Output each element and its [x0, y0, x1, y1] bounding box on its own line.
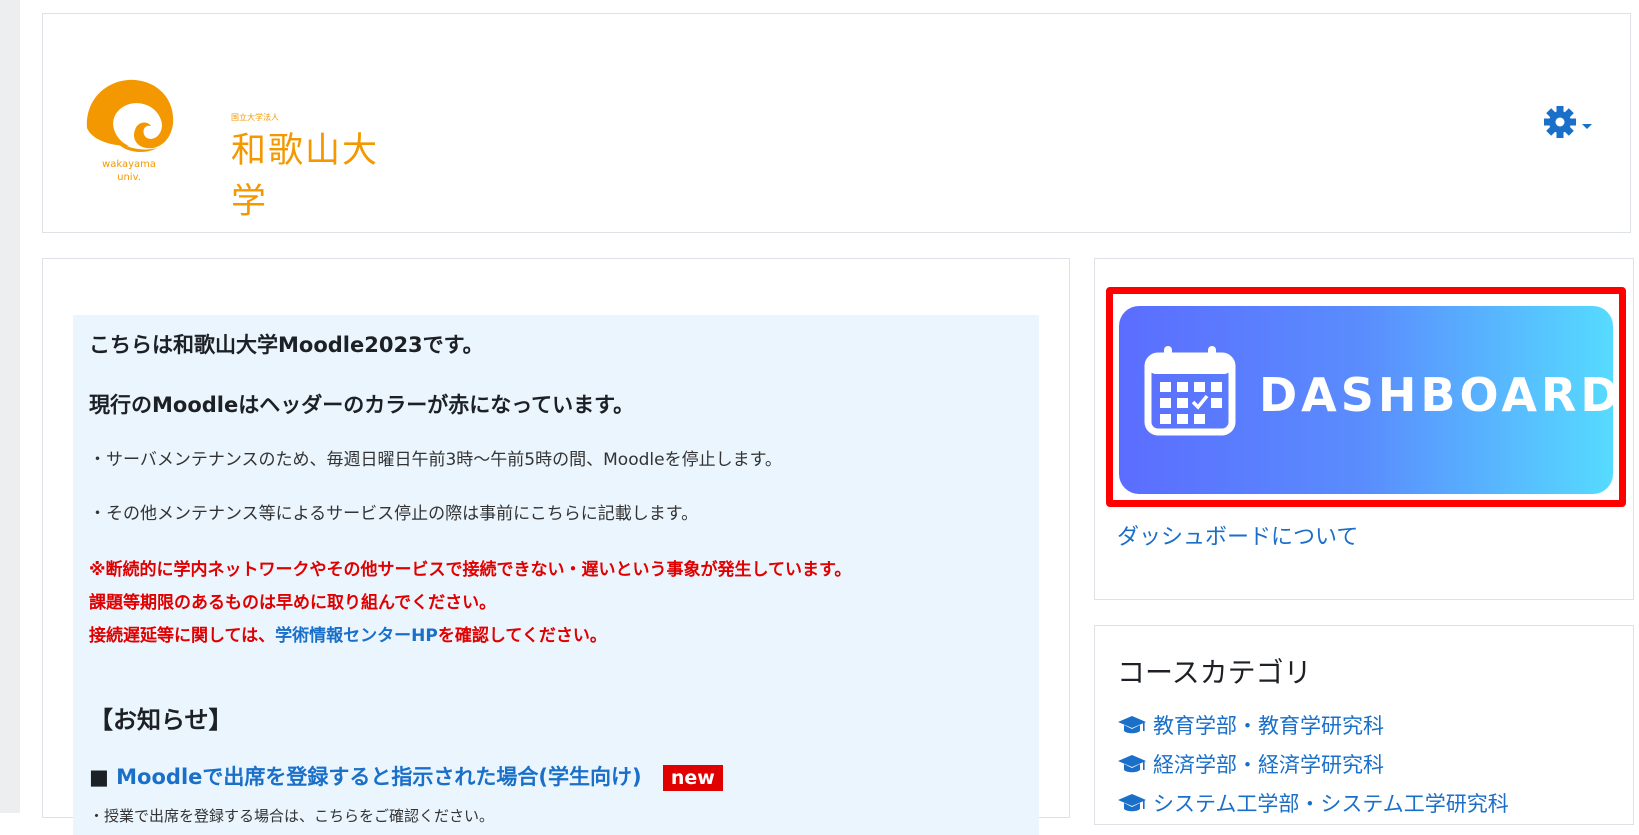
network-alert-line: ※断続的に学内ネットワークやその他サービスで接続できない・遅いという事象が発生し… — [89, 560, 852, 580]
logo-sub-text: wakayama univ. — [102, 159, 156, 183]
graduation-cap-icon — [1118, 794, 1146, 812]
main-content: こちらは和歌山大学Moodle2023です。 現行のMoodleはヘッダーのカラ… — [42, 258, 1070, 835]
logo-wave-icon — [86, 79, 174, 153]
category-item-systems-engineering[interactable]: システム工学部・システム工学研究科 — [1117, 788, 1509, 818]
graduation-cap-icon — [1118, 716, 1146, 734]
about-dashboard-link[interactable]: ダッシュボードについて — [1117, 519, 1358, 551]
info-center-link[interactable]: 学術情報センターHP — [275, 626, 438, 646]
announcement-description: ・授業で出席を登録する場合は、こちらをご確認ください。 — [89, 807, 495, 825]
site-header: wakayama univ. 国立大学法人 和歌山大学 — [42, 13, 1631, 233]
left-margin-strip — [0, 0, 20, 813]
new-badge: new — [662, 765, 723, 791]
logo-university-name: 和歌山大学 — [231, 131, 380, 222]
square-bullet-icon: ■ — [89, 765, 109, 789]
announcement-item: ■ Moodleで出席を登録すると指示された場合(学生向け) new — [89, 761, 723, 791]
graduation-cap-icon — [1118, 755, 1146, 773]
attendance-guide-link[interactable]: Moodleで出席を登録すると指示された場合(学生向け) — [116, 765, 641, 789]
dashboard-button[interactable]: DASHBOARD — [1119, 306, 1613, 494]
notice-title: こちらは和歌山大学Moodle2023です。 — [89, 333, 484, 357]
category-item-education[interactable]: 教育学部・教育学研究科 — [1117, 710, 1384, 740]
chevron-down-icon — [1582, 124, 1592, 129]
dashboard-highlight-frame: DASHBOARD — [1106, 287, 1626, 507]
notice-box: こちらは和歌山大学Moodle2023です。 現行のMoodleはヘッダーのカラ… — [73, 315, 1039, 835]
notice-subtitle: 現行のMoodleはヘッダーのカラーが赤になっています。 — [89, 393, 635, 417]
course-categories-title: コースカテゴリ — [1117, 656, 1312, 689]
gear-icon — [1544, 106, 1592, 138]
maintenance-line: ・サーバメンテナンスのため、毎週日曜日午前3時～午前5時の間、Moodleを停止… — [89, 450, 782, 470]
settings-menu-button[interactable] — [1542, 102, 1604, 142]
connection-alert-line: 接続遅延等に関しては、学術情報センターHPを確認してください。 — [89, 626, 607, 646]
announcements-heading: 【お知らせ】 — [89, 706, 233, 734]
category-item-economics[interactable]: 経済学部・経済学研究科 — [1117, 749, 1384, 779]
dashboard-block: DASHBOARD ダッシュボードについて — [1094, 258, 1634, 600]
deadline-alert-line: 課題等期限のあるものは早めに取り組んでください。 — [89, 593, 497, 613]
service-stop-line: ・その他メンテナンス等によるサービス停止の際は事前にこちらに記載します。 — [89, 504, 699, 524]
dashboard-button-label: DASHBOARD — [1259, 368, 1613, 422]
calendar-icon — [1144, 346, 1236, 436]
course-categories-block: コースカテゴリ 教育学部・教育学研究科 経済学部・経済学研究科 システム工学部・… — [1094, 625, 1634, 825]
university-logo[interactable]: wakayama univ. 国立大学法人 和歌山大学 — [81, 76, 381, 222]
